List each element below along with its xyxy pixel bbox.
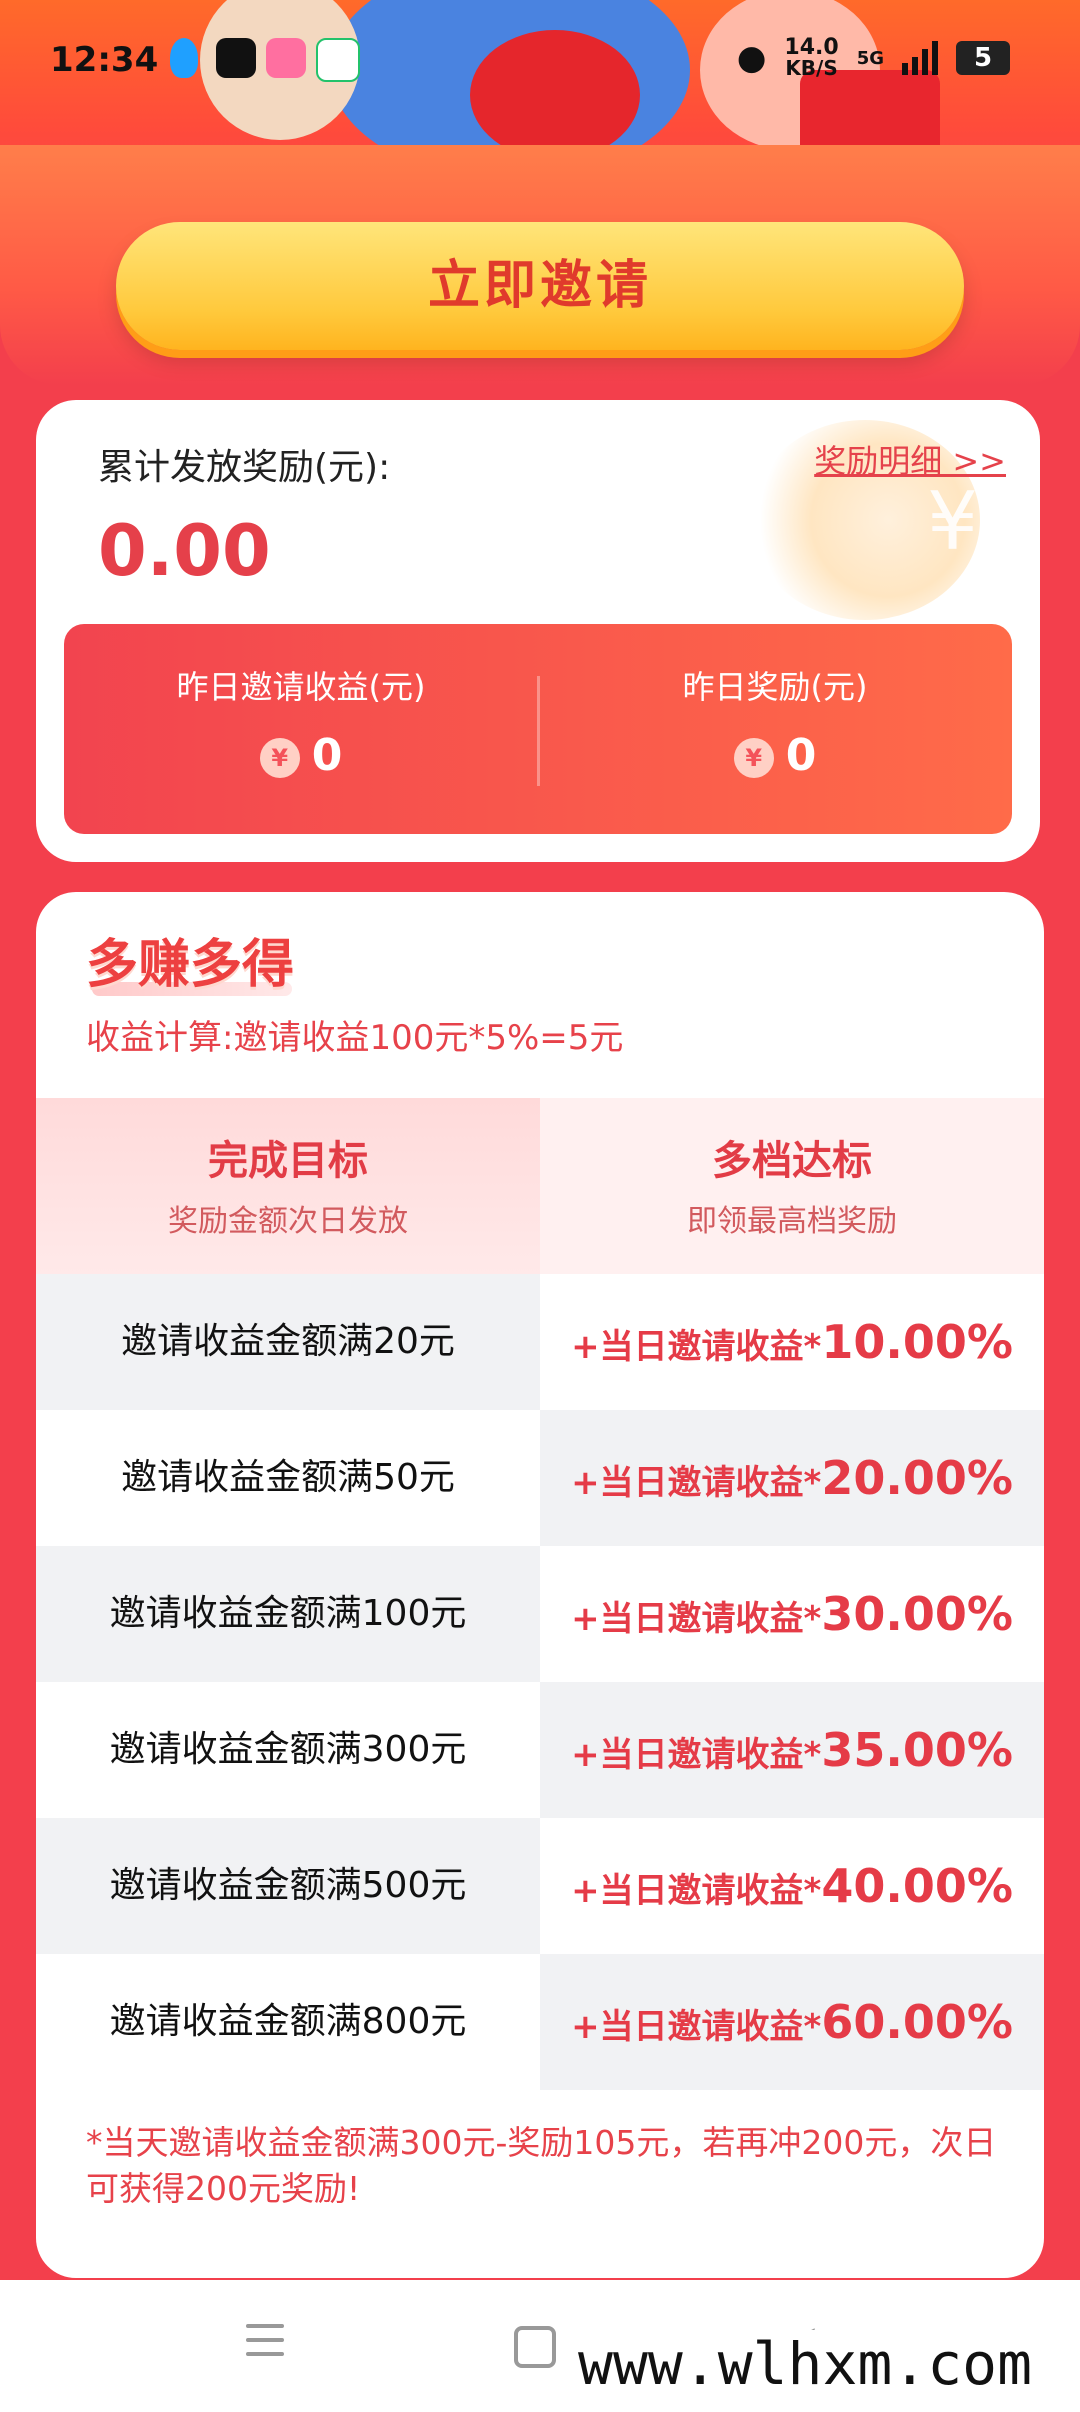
yesterday-invite-earnings: 昨日邀请收益(元) ¥0	[64, 624, 538, 834]
table-header: 完成目标 奖励金额次日发放 多档达标 即领最高档奖励	[36, 1098, 1044, 1274]
earn-more-card: 多赚多得 收益计算:邀请收益100元*5%=5元 完成目标 奖励金额次日发放 多…	[36, 892, 1044, 2278]
bonus-note: *当天邀请收益金额满300元-奖励105元，若再冲200元，次日可获得200元奖…	[86, 2123, 997, 2208]
yen-coin-icon: ¥	[927, 475, 978, 568]
tier-target: 邀请收益金额满800元	[36, 1954, 540, 2090]
table-row: 邀请收益金额满300元 +当日邀请收益*35.00%	[36, 1682, 1044, 1818]
total-rewards-label: 累计发放奖励(元):	[98, 447, 391, 488]
yesterday-reward-label: 昨日奖励(元)	[682, 668, 868, 706]
tier-reward: +当日邀请收益*60.00%	[540, 1954, 1044, 2090]
recents-icon[interactable]	[246, 2324, 284, 2366]
table-row: 邀请收益金额满500元 +当日邀请收益*40.00%	[36, 1818, 1044, 1954]
rewards-card: ¥ 累计发放奖励(元): 奖励明细 >> 0.00 昨日邀请收益(元) ¥0 昨…	[36, 400, 1040, 862]
qq-app-icon	[170, 38, 198, 78]
table-row: 邀请收益金额满800元 +当日邀请收益*60.00%	[36, 1954, 1044, 2090]
tier-target: 邀请收益金额满500元	[36, 1818, 540, 1954]
tier-target: 邀请收益金额满20元	[36, 1274, 540, 1410]
tier-reward: +当日邀请收益*40.00%	[540, 1818, 1044, 1954]
location-icon: ●	[736, 38, 767, 78]
status-time: 12:34	[50, 40, 159, 80]
reward-tier-table: 完成目标 奖励金额次日发放 多档达标 即领最高档奖励 邀请收益金额满20元 +当…	[36, 1098, 1044, 2090]
yesterday-panel: 昨日邀请收益(元) ¥0 昨日奖励(元) ¥0	[64, 624, 1012, 834]
yen-icon: ¥	[259, 738, 300, 778]
table-row: 邀请收益金额满100元 +当日邀请收益*30.00%	[36, 1546, 1044, 1682]
invite-now-button[interactable]: 立即邀请	[116, 222, 964, 350]
yesterday-invite-label: 昨日邀请收益(元)	[176, 668, 426, 706]
capcut-app-icon	[216, 38, 256, 78]
tier-reward: +当日邀请收益*35.00%	[540, 1682, 1044, 1818]
table-row: 邀请收益金额满50元 +当日邀请收益*20.00%	[36, 1410, 1044, 1546]
tier-reward: +当日邀请收益*30.00%	[540, 1546, 1044, 1682]
tier-reward: +当日邀请收益*20.00%	[540, 1410, 1044, 1546]
tier-target: 邀请收益金额满50元	[36, 1410, 540, 1546]
tier-target: 邀请收益金额满300元	[36, 1682, 540, 1818]
earnings-calculation: 收益计算:邀请收益100元*5%=5元	[86, 1018, 624, 1058]
battery-icon: 5	[956, 41, 1010, 75]
header-complete-target: 完成目标 奖励金额次日发放	[36, 1098, 540, 1274]
yesterday-invite-value: 0	[311, 730, 343, 781]
yen-icon: ¥	[733, 738, 774, 778]
tier-reward: +当日邀请收益*10.00%	[540, 1274, 1044, 1410]
header-multi-tier: 多档达标 即领最高档奖励	[540, 1098, 1044, 1274]
yesterday-reward: 昨日奖励(元) ¥0	[538, 624, 1012, 834]
home-icon[interactable]	[514, 2326, 556, 2368]
signal-type: 5G	[856, 47, 884, 69]
app-notification-icon	[266, 38, 306, 78]
yesterday-reward-value: 0	[785, 730, 817, 781]
status-right: ● 14.0 KB/S 5G 5	[736, 35, 1010, 80]
watermark-text: www.wlhxm.com	[570, 2330, 1040, 2398]
video-app-icon	[316, 38, 360, 82]
network-speed: 14.0 KB/S	[784, 35, 839, 80]
table-row: 邀请收益金额满20元 +当日邀请收益*10.00%	[36, 1274, 1044, 1410]
signal-icon	[902, 41, 938, 75]
rewards-detail-link[interactable]: 奖励明细 >>	[814, 436, 1006, 482]
tier-target: 邀请收益金额满100元	[36, 1546, 540, 1682]
total-rewards-amount: 0.00	[98, 510, 271, 592]
status-bar: 12:34 ● 14.0 KB/S 5G 5	[0, 0, 1080, 120]
earn-more-title: 多赚多得	[86, 935, 295, 995]
